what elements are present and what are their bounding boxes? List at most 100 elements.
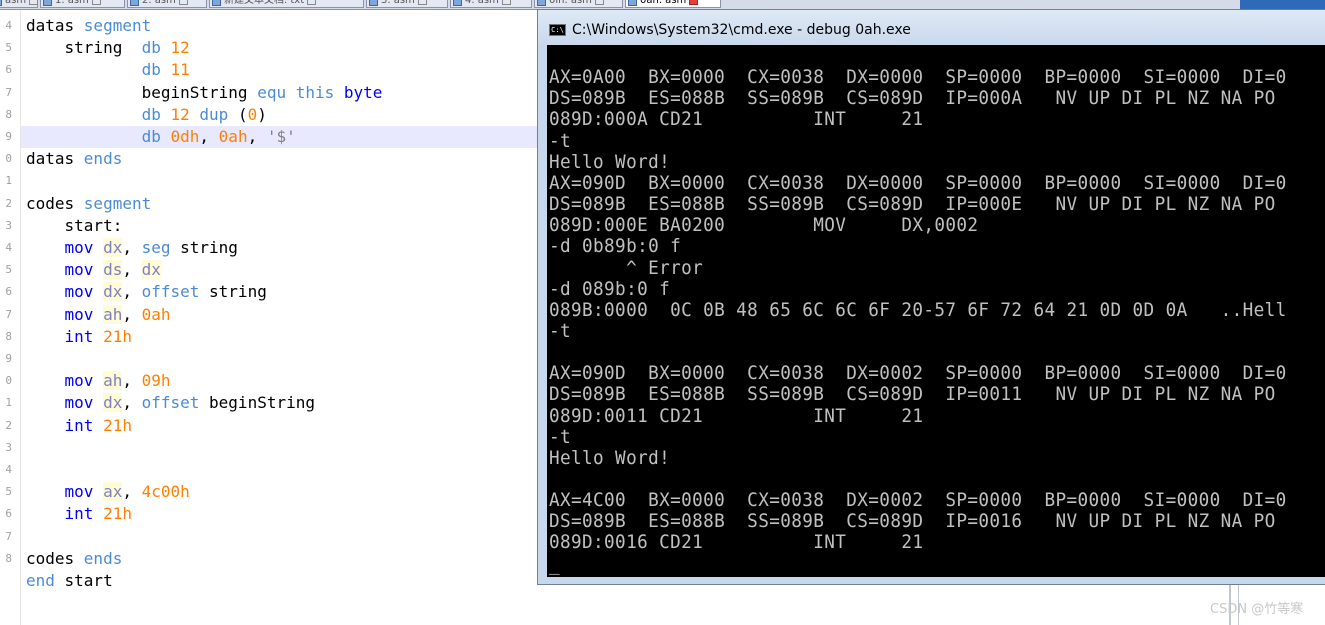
code-line[interactable]: mov dx, seg string — [26, 237, 238, 259]
close-tab-icon[interactable] — [178, 0, 188, 5]
tab-3[interactable]: 2. asm — [127, 0, 207, 8]
tab-label: 0ih. asm — [549, 0, 592, 6]
file-icon — [453, 0, 462, 6]
file-icon — [130, 0, 139, 6]
close-tab-icon[interactable] — [29, 0, 39, 5]
line-number: 5 — [5, 485, 12, 499]
code-token: , — [122, 238, 142, 257]
tab-label: 新建文本文档. txt — [224, 0, 305, 6]
line-number: 0 — [5, 152, 12, 166]
line-number: 4 — [5, 463, 12, 476]
console-line: DS=089B ES=088B SS=089B CS=089D IP=000E … — [549, 193, 1276, 216]
code-token: start — [64, 571, 113, 590]
code-token: beginString — [26, 82, 258, 102]
line-number: 3 — [5, 440, 12, 454]
code-token: this — [295, 82, 344, 102]
code-line[interactable]: mov ah, 0ah — [26, 304, 171, 326]
line-number: 0 — [5, 374, 12, 388]
console-line: -t — [549, 425, 572, 448]
code-line[interactable]: mov dx, offset string — [26, 281, 267, 303]
console-line: 089D:000A CD21 INT 21 — [549, 108, 924, 131]
code-token: , — [122, 260, 142, 280]
code-line[interactable]: mov ah, 09h — [26, 370, 171, 392]
cmd-window-icon[interactable]: C:\ — [549, 24, 566, 36]
console-line: Hello Word! — [549, 150, 671, 173]
line-number: 4 — [5, 19, 12, 32]
cmd-window[interactable]: C:\ C:\Windows\System32\cmd.exe - debug … — [537, 9, 1325, 585]
code-line[interactable]: codes segment — [26, 193, 151, 215]
code-token: mov — [64, 282, 104, 302]
code-token: mov — [64, 304, 104, 324]
code-line[interactable]: beginString equ this byte — [26, 82, 383, 104]
code-line[interactable]: codes ends — [26, 548, 122, 570]
code-token: dx — [141, 260, 161, 280]
file-icon — [43, 0, 52, 6]
line-number: 1 — [5, 174, 12, 188]
console-line: -t — [549, 129, 572, 152]
code-line[interactable]: mov dx, offset beginString — [26, 392, 315, 414]
close-tab-icon[interactable] — [307, 0, 317, 5]
line-number-gutter: 4 5 6 7 8 9 0 1 2 3 4 5 6 7 8 9 0 1 2 3 4 5 6 7 8 — [0, 10, 21, 625]
code-line[interactable]: int 21h — [26, 415, 132, 437]
tab-label: 1. asm — [55, 0, 89, 6]
tab-label: 0ah. asm — [640, 0, 687, 6]
code-token: 4c00h — [141, 482, 190, 502]
code-line[interactable]: datas ends — [26, 148, 122, 170]
code-token: mov — [64, 393, 104, 413]
console-line: ^ Error — [549, 256, 704, 279]
code-token: db — [141, 104, 171, 124]
console-output[interactable]: AX=0A00 BX=0000 CX=0038 DX=0000 SP=0000 … — [547, 45, 1325, 577]
code-line[interactable]: datas segment — [26, 15, 151, 37]
code-line[interactable]: mov ds, dx — [26, 259, 161, 281]
close-tab-icon[interactable] — [501, 0, 511, 5]
code-token: 0ah — [141, 304, 171, 324]
tab-8[interactable]: 0ah. asm — [625, 0, 721, 8]
code-line[interactable]: db 11 — [26, 59, 190, 81]
code-token: int — [64, 415, 104, 435]
console-line: 089D:000E BA0200 MOV DX,0002 — [549, 214, 979, 237]
code-line[interactable]: string db 12 — [26, 37, 190, 59]
code-line[interactable]: start: — [26, 215, 123, 237]
file-icon — [369, 0, 378, 6]
code-token: , — [199, 127, 219, 146]
code-line[interactable]: int 21h — [26, 326, 132, 348]
code-token: ends — [83, 149, 123, 169]
close-tab-icon[interactable] — [91, 0, 101, 5]
code-token: string — [26, 38, 142, 58]
code-token: 12 — [170, 104, 200, 124]
close-tab-icon[interactable] — [594, 0, 604, 5]
tab-7[interactable]: 0ih. asm — [534, 0, 623, 8]
current-code-line[interactable]: db 0dh, 0ah, '$' — [21, 126, 538, 148]
code-token: string — [180, 238, 238, 257]
code-token: int — [64, 504, 104, 524]
code-token: dx — [103, 393, 123, 413]
code-token: offset — [141, 282, 210, 302]
line-number: 3 — [5, 218, 12, 232]
tab-6[interactable]: 4. asm — [450, 0, 532, 8]
code-line[interactable]: mov ax, 4c00h — [26, 481, 190, 503]
tab-5[interactable]: 3. asm — [366, 0, 448, 8]
close-tab-icon[interactable] — [689, 0, 699, 5]
console-line: -d 089b:0 f — [549, 277, 671, 300]
tab-label: 3. asm — [381, 0, 415, 6]
cmd-title-bar[interactable]: C:\ C:\Windows\System32\cmd.exe - debug … — [538, 10, 1325, 45]
tab-4[interactable]: 新建文本文档. txt — [209, 0, 364, 8]
line-number: 7 — [5, 307, 12, 321]
tab-1[interactable]: asm — [0, 0, 39, 8]
console-cursor: _ — [549, 552, 561, 575]
tab-2[interactable]: 1. asm — [40, 0, 125, 8]
code-token: start: — [26, 215, 123, 235]
code-line[interactable]: end start — [26, 570, 113, 592]
code-token: codes — [26, 548, 84, 568]
code-line[interactable]: db 12 dup (0) — [26, 104, 267, 126]
tab-label: 4. asm — [465, 0, 499, 6]
close-tab-icon[interactable] — [417, 0, 427, 5]
code-editor[interactable]: 4567890123456789012345678 datas segment … — [0, 10, 538, 625]
code-token: 12 — [170, 38, 190, 58]
code-line[interactable]: int 21h — [26, 503, 132, 525]
